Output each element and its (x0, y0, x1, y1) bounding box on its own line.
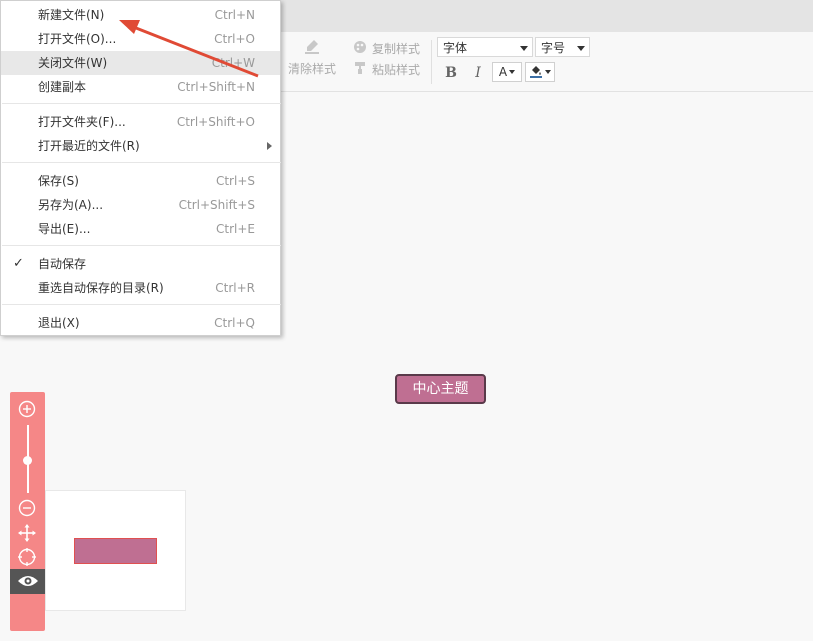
menu-divider (2, 103, 281, 104)
copy-style-button[interactable]: 复制样式 (352, 40, 420, 57)
zoom-in-icon[interactable] (17, 399, 37, 419)
menu-divider (2, 162, 281, 163)
menu-item-shortcut: Ctrl+S (215, 174, 255, 188)
menu-item-save[interactable]: 保存(S) Ctrl+S (1, 169, 280, 193)
palette-icon (352, 40, 368, 57)
menu-item-new-file[interactable]: 新建文件(N) Ctrl+N (1, 3, 280, 27)
font-color-label: A (498, 65, 508, 79)
menu-item-auto-save[interactable]: ✓ 自动保存 (1, 252, 280, 276)
menu-item-label: 重选自动保存的目录(R) (38, 281, 164, 295)
toolbar-divider (431, 40, 432, 84)
font-size-value: 字号 (541, 41, 566, 55)
file-menu: 新建文件(N) Ctrl+N 打开文件(O)... Ctrl+O 关闭文件(W)… (0, 0, 281, 336)
font-family-select[interactable]: 字体 (437, 37, 533, 57)
menu-item-shortcut: Ctrl+O (214, 32, 255, 46)
minimap-toggle-button[interactable] (10, 569, 45, 594)
italic-button[interactable]: I (467, 62, 489, 84)
menu-item-shortcut: Ctrl+R (215, 281, 255, 295)
menu-item-label: 创建副本 (38, 80, 87, 94)
chevron-down-icon (577, 46, 585, 51)
fill-color-button[interactable] (525, 62, 555, 82)
menu-item-shortcut: Ctrl+W (211, 56, 255, 70)
submenu-arrow-icon (267, 142, 272, 150)
menu-item-label: 另存为(A)... (38, 198, 104, 212)
menu-item-close-file[interactable]: 关闭文件(W) Ctrl+W (1, 51, 280, 75)
check-icon: ✓ (13, 256, 24, 271)
menu-item-label: 新建文件(N) (38, 8, 105, 22)
menu-item-shortcut: Ctrl+Shift+S (178, 198, 255, 212)
clear-style-button[interactable]: 清除样式 (286, 38, 338, 77)
menu-item-label: 导出(E)... (38, 222, 91, 236)
minimap-node (74, 538, 157, 564)
menu-item-open-folder[interactable]: 打开文件夹(F)... Ctrl+Shift+O (1, 110, 280, 134)
font-color-button[interactable]: A (492, 62, 522, 82)
zoom-slider-handle[interactable] (23, 456, 32, 465)
menu-item-shortcut: Ctrl+Shift+O (176, 115, 255, 129)
fill-color-icon (529, 64, 543, 81)
font-size-select[interactable]: 字号 (535, 37, 590, 57)
menu-item-open-file[interactable]: 打开文件(O)... Ctrl+O (1, 27, 280, 51)
menu-item-label: 退出(X) (38, 316, 80, 330)
chevron-down-icon (545, 70, 551, 74)
eye-icon (17, 572, 39, 593)
menu-item-export[interactable]: 导出(E)... Ctrl+E (1, 217, 280, 241)
font-family-value: 字体 (443, 41, 468, 55)
menu-item-label: 自动保存 (38, 257, 87, 271)
menu-item-label: 打开文件(O)... (38, 32, 117, 46)
bold-button[interactable]: B (440, 62, 462, 84)
paste-style-button[interactable]: 粘贴样式 (352, 61, 420, 78)
menu-item-label: 保存(S) (38, 174, 79, 188)
chevron-down-icon (520, 46, 528, 51)
menu-item-label: 关闭文件(W) (38, 56, 108, 70)
menu-divider (2, 304, 281, 305)
menu-item-reselect-autosave-dir[interactable]: 重选自动保存的目录(R) Ctrl+R (1, 276, 280, 300)
paint-roller-icon (352, 61, 368, 78)
menu-item-create-copy[interactable]: 创建副本 Ctrl+Shift+N (1, 75, 280, 99)
menu-item-shortcut: Ctrl+Shift+N (177, 80, 255, 94)
copy-style-label: 复制样式 (372, 42, 421, 56)
menu-item-label: 打开文件夹(F)... (38, 115, 126, 129)
menu-item-exit[interactable]: 退出(X) Ctrl+Q (1, 311, 280, 335)
paste-style-label: 粘贴样式 (372, 63, 421, 77)
menu-item-shortcut: Ctrl+E (216, 222, 255, 236)
menu-item-shortcut: Ctrl+N (214, 8, 255, 22)
menu-item-recent-files[interactable]: 打开最近的文件(R) (1, 134, 280, 158)
clear-style-label: 清除样式 (287, 62, 336, 76)
central-topic-node[interactable]: 中心主题 (395, 374, 486, 404)
locate-icon[interactable] (17, 547, 37, 567)
minimap[interactable] (45, 490, 186, 611)
chevron-down-icon (509, 70, 516, 74)
menu-item-save-as[interactable]: 另存为(A)... Ctrl+Shift+S (1, 193, 280, 217)
zoom-out-icon[interactable] (17, 498, 37, 518)
menu-item-shortcut: Ctrl+Q (214, 316, 255, 330)
menu-item-label: 打开最近的文件(R) (38, 139, 140, 153)
zoom-panel (10, 392, 45, 631)
move-icon[interactable] (17, 523, 37, 543)
eraser-icon (286, 38, 338, 60)
menu-divider (2, 245, 281, 246)
